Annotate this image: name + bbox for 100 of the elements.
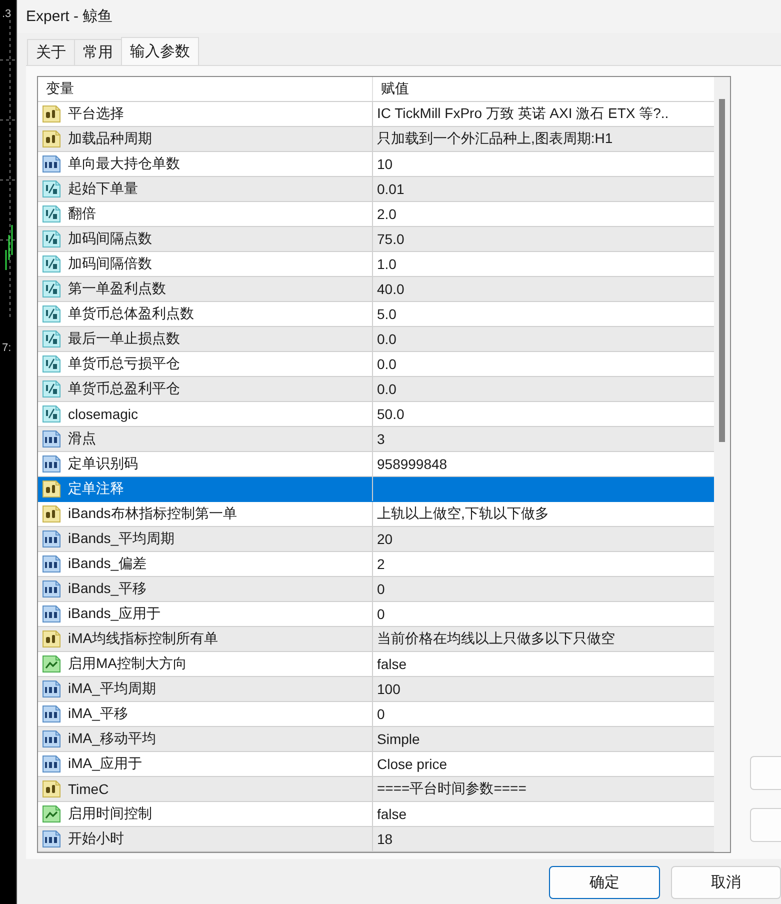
fraction-type-icon bbox=[42, 304, 62, 324]
parameter-value: 只加载到一个外汇品种上,图表周期:H1 bbox=[377, 130, 613, 148]
chart-time-label: 7: bbox=[2, 342, 12, 354]
variable-name: 滑点 bbox=[68, 430, 96, 448]
text-type-icon bbox=[42, 479, 62, 499]
parameter-value: ====平台时间参数==== bbox=[377, 780, 526, 798]
integer-type-icon bbox=[42, 829, 62, 849]
integer-type-icon bbox=[42, 529, 62, 549]
parameter-row[interactable]: iMA_平移 0 bbox=[38, 702, 714, 727]
variable-name: 翻倍 bbox=[68, 205, 96, 223]
parameter-row[interactable]: 加码间隔倍数 1.0 bbox=[38, 252, 714, 277]
parameter-row[interactable]: 加载品种周期 只加载到一个外汇品种上,图表周期:H1 bbox=[38, 127, 714, 152]
variable-name: 加码间隔点数 bbox=[68, 230, 152, 248]
variable-name: iMA_平移 bbox=[68, 705, 128, 723]
variable-name: 第一单盈利点数 bbox=[68, 280, 166, 298]
parameter-value: IC TickMill FxPro 万致 英诺 AXI 激石 ETX 等?.. bbox=[377, 105, 669, 123]
parameter-value: 20 bbox=[377, 531, 393, 547]
parameter-row[interactable]: 单货币总亏损平仓 0.0 bbox=[38, 352, 714, 377]
side-button[interactable] bbox=[750, 756, 781, 790]
cancel-button[interactable]: 取消 bbox=[671, 866, 781, 899]
variable-name: iMA_移动平均 bbox=[68, 730, 156, 748]
parameter-value: 0 bbox=[377, 606, 385, 622]
side-button[interactable] bbox=[750, 808, 781, 842]
parameter-value: 75.0 bbox=[377, 231, 404, 247]
parameter-row[interactable]: 翻倍 2.0 bbox=[38, 202, 714, 227]
variable-name: 单货币总亏损平仓 bbox=[68, 355, 180, 373]
variable-name: 启用时间控制 bbox=[68, 805, 152, 823]
fraction-type-icon bbox=[42, 279, 62, 299]
parameter-value: 958999848 bbox=[377, 456, 448, 472]
variable-name: iBands_应用于 bbox=[68, 605, 161, 623]
fraction-type-icon bbox=[42, 404, 62, 424]
tab[interactable]: 输入参数 bbox=[121, 37, 199, 65]
parameter-row[interactable]: iBands_平移 0 bbox=[38, 577, 714, 602]
integer-type-icon bbox=[42, 704, 62, 724]
parameter-row[interactable]: TimeC ====平台时间参数==== bbox=[38, 777, 714, 802]
parameter-row[interactable]: 定单识别码 958999848 bbox=[38, 452, 714, 477]
integer-type-icon bbox=[42, 154, 62, 174]
parameter-row[interactable]: 平台选择 IC TickMill FxPro 万致 英诺 AXI 激石 ETX 等?.. bbox=[38, 102, 714, 127]
text-type-icon bbox=[42, 779, 62, 799]
variable-name: iBands_平均周期 bbox=[68, 530, 175, 548]
parameter-row[interactable]: 开始小时 18 bbox=[38, 827, 714, 852]
fraction-type-icon bbox=[42, 179, 62, 199]
parameter-row[interactable]: 启用时间控制 false bbox=[38, 802, 714, 827]
parameter-value: false bbox=[377, 806, 407, 822]
parameter-row[interactable]: iMA_移动平均 Simple bbox=[38, 727, 714, 752]
column-header[interactable]: 赋值 bbox=[373, 77, 714, 101]
fraction-type-icon bbox=[42, 229, 62, 249]
parameter-row[interactable]: iBands布林指标控制第一单 上轨以上做空,下轨以下做多 bbox=[38, 502, 714, 527]
parameter-row[interactable]: 单向最大持仓单数 10 bbox=[38, 152, 714, 177]
parameter-row[interactable]: 定单注释 bbox=[38, 477, 714, 502]
fraction-type-icon bbox=[42, 254, 62, 274]
parameter-row[interactable]: closemagic 50.0 bbox=[38, 402, 714, 427]
variable-name: TimeC bbox=[68, 781, 109, 797]
text-type-icon bbox=[42, 629, 62, 649]
parameter-row[interactable]: 起始下单量 0.01 bbox=[38, 177, 714, 202]
parameter-value: Simple bbox=[377, 731, 420, 747]
parameter-value: 上轨以上做空,下轨以下做多 bbox=[377, 505, 549, 523]
variable-name: iMA均线指标控制所有单 bbox=[68, 630, 218, 648]
parameter-row[interactable]: 单货币总体盈利点数 5.0 bbox=[38, 302, 714, 327]
parameter-row[interactable]: 加码间隔点数 75.0 bbox=[38, 227, 714, 252]
parameter-value: 0 bbox=[377, 581, 385, 597]
variable-name: 平台选择 bbox=[68, 105, 124, 123]
parameter-row[interactable]: iMA_平均周期 100 bbox=[38, 677, 714, 702]
column-header[interactable]: 变量 bbox=[38, 77, 373, 101]
parameter-row[interactable]: 第一单盈利点数 40.0 bbox=[38, 277, 714, 302]
parameter-value: false bbox=[377, 656, 407, 672]
variable-name: 定单注释 bbox=[68, 480, 124, 498]
parameter-value: 40.0 bbox=[377, 281, 404, 297]
text-type-icon bbox=[42, 129, 62, 149]
parameter-row[interactable]: iBands_应用于 0 bbox=[38, 602, 714, 627]
parameter-row[interactable]: iMA均线指标控制所有单 当前价格在均线以上只做多以下只做空 bbox=[38, 627, 714, 652]
parameter-value: Close price bbox=[377, 756, 448, 772]
parameter-row[interactable]: iMA_应用于 Close price bbox=[38, 752, 714, 777]
scrollbar-thumb[interactable] bbox=[719, 99, 725, 442]
integer-type-icon bbox=[42, 729, 62, 749]
variable-name: iBands_偏差 bbox=[68, 555, 147, 573]
parameter-row[interactable]: 启用MA控制大方向 false bbox=[38, 652, 714, 677]
parameter-value: 0.0 bbox=[377, 381, 396, 397]
parameter-row[interactable]: iBands_偏差 2 bbox=[38, 552, 714, 577]
integer-type-icon bbox=[42, 679, 62, 699]
parameter-row[interactable]: 最后一单止损点数 0.0 bbox=[38, 327, 714, 352]
variable-name: 单货币总盈利平仓 bbox=[68, 380, 180, 398]
parameter-value: 2.0 bbox=[377, 206, 396, 222]
text-type-icon bbox=[42, 504, 62, 524]
variable-name: 加码间隔倍数 bbox=[68, 255, 152, 273]
variable-name: 启用MA控制大方向 bbox=[68, 655, 187, 673]
chart-price-label: .3 bbox=[2, 8, 12, 20]
parameter-row[interactable]: 滑点 3 bbox=[38, 427, 714, 452]
variable-name: 最后一单止损点数 bbox=[68, 330, 180, 348]
parameter-row[interactable]: 单货币总盈利平仓 0.0 bbox=[38, 377, 714, 402]
variable-name: 单货币总体盈利点数 bbox=[68, 305, 194, 323]
integer-type-icon bbox=[42, 604, 62, 624]
variable-name: closemagic bbox=[68, 406, 138, 422]
parameter-value: 10 bbox=[377, 156, 393, 172]
toggle-type-icon bbox=[42, 804, 62, 824]
variable-name: 加载品种周期 bbox=[68, 130, 152, 148]
parameter-row[interactable]: iBands_平均周期 20 bbox=[38, 527, 714, 552]
parameter-value: 50.0 bbox=[377, 406, 404, 422]
ok-button[interactable]: 确定 bbox=[549, 866, 660, 899]
tab[interactable]: 关于 bbox=[27, 39, 75, 65]
